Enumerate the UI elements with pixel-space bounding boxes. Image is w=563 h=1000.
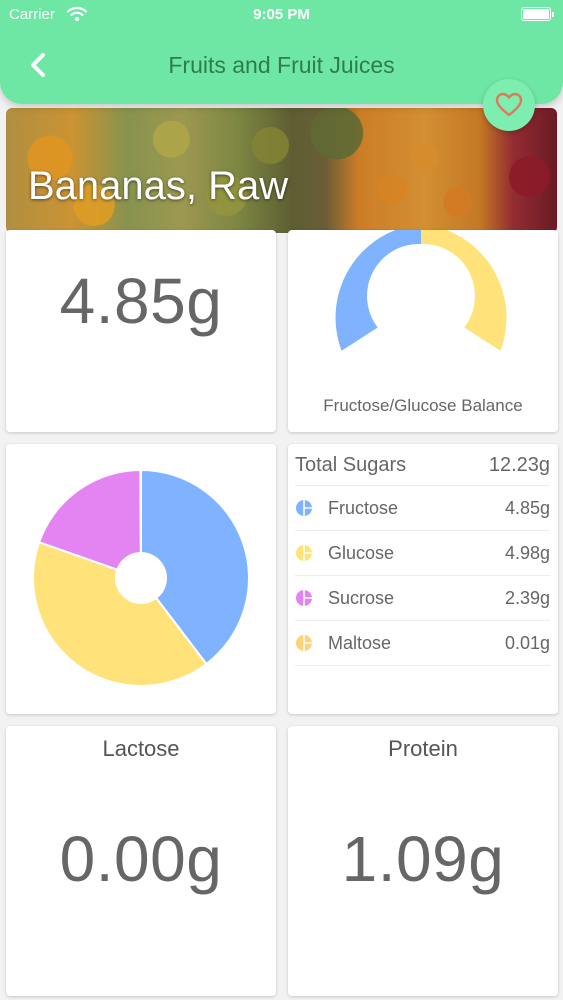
balance-gauge-chart: [335, 230, 507, 351]
lactose-title: Lactose: [102, 736, 180, 761]
protein-title: Protein: [388, 736, 458, 761]
total-sugars-label: Total Sugars: [295, 454, 407, 476]
sugars-pie-card: [6, 444, 276, 714]
protein-value: 1.09g: [341, 823, 505, 895]
protein-card: Protein 1.09g: [288, 726, 558, 996]
sugar-label: Maltose: [328, 633, 392, 653]
sugar-row-glucose: Glucose 4.98g: [295, 531, 550, 576]
sugar-label: Fructose: [328, 498, 399, 518]
fructose-value: 4.85g: [59, 265, 223, 337]
balance-card: Fructose/Glucose Balance: [288, 230, 558, 432]
sucrose-pie-icon: [296, 590, 312, 606]
total-sugars-row: Total Sugars 12.23g: [295, 452, 550, 486]
fructose-card: 4.85g: [6, 230, 276, 432]
sugar-row-fructose: Fructose 4.85g: [295, 486, 550, 531]
glucose-pie-icon: [296, 545, 312, 561]
sugar-row-maltose: Maltose 0.01g: [295, 621, 550, 666]
heart-outline-icon: [495, 92, 523, 117]
balance-caption: Fructose/Glucose Balance: [323, 396, 523, 415]
lactose-value: 0.00g: [59, 823, 223, 895]
sugar-row-sucrose: Sucrose 2.39g: [295, 576, 550, 621]
total-sugars-value: 12.23g: [488, 454, 550, 476]
balance-glucose-arc: [421, 230, 507, 351]
sugar-value: 0.01g: [504, 633, 550, 653]
battery-icon: [521, 7, 554, 21]
lactose-card: Lactose 0.00g: [6, 726, 276, 996]
pie-hole: [115, 552, 167, 604]
page-title: Fruits and Fruit Juices: [168, 52, 395, 78]
favorite-button[interactable]: [483, 79, 535, 131]
sugar-value: 2.39g: [504, 588, 550, 608]
maltose-pie-icon: [296, 635, 312, 651]
app-header: Carrier 9:05 PM Fruits and Fruit Juices: [0, 0, 563, 104]
balance-fructose-arc: [335, 230, 421, 351]
sugars-list-card: Total Sugars 12.23g Fructose 4.85g Gluco…: [288, 444, 558, 714]
sugars-pie-chart: [32, 468, 250, 687]
food-hero-image: Bananas, Raw: [6, 108, 557, 233]
sugar-value: 4.85g: [504, 498, 550, 518]
sugar-label: Glucose: [328, 543, 395, 563]
food-title: Bananas, Raw: [28, 164, 289, 208]
fructose-pie-icon: [296, 500, 312, 516]
sugar-label: Sucrose: [328, 588, 395, 608]
status-time: 9:05 PM: [253, 6, 310, 23]
sugar-value: 4.98g: [504, 543, 550, 563]
